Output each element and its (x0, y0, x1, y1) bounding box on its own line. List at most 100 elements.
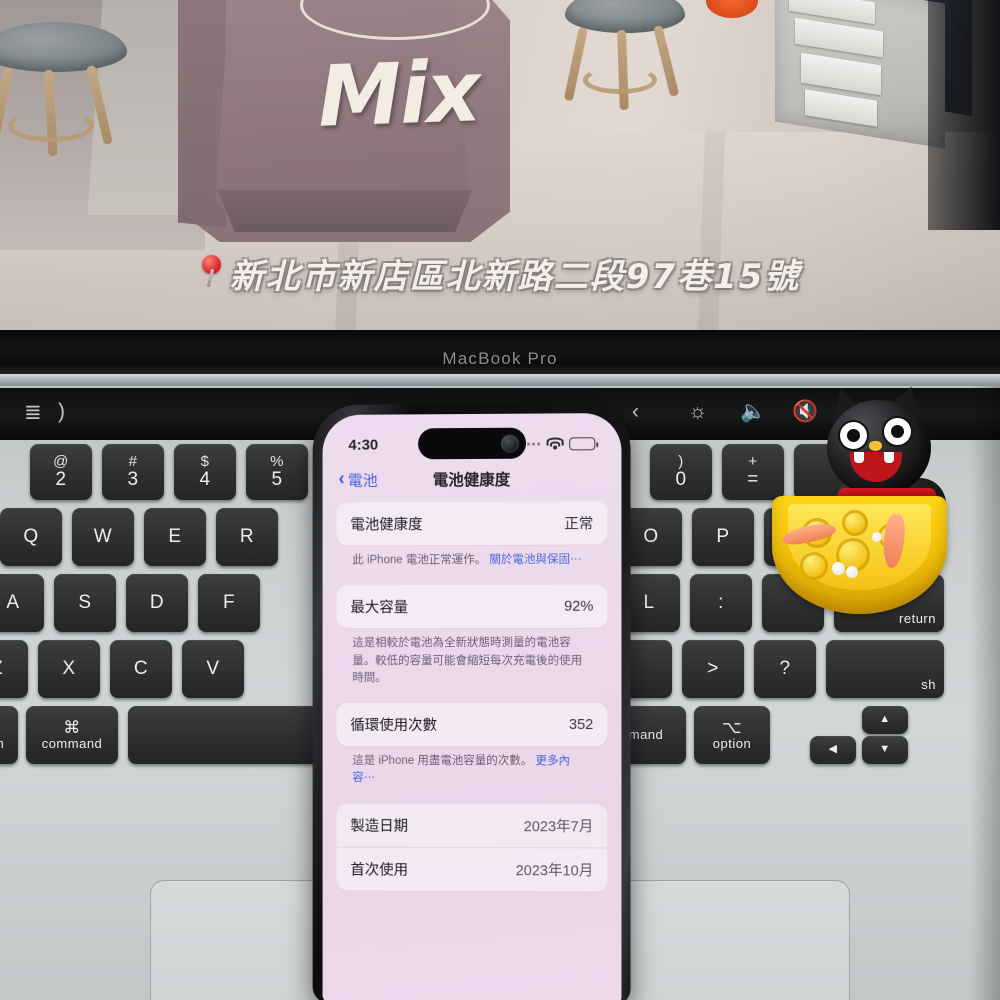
footnote-text: 這是 iPhone 用盡電池容量的次數。 (352, 754, 533, 768)
key-main-legend: D (149, 592, 165, 614)
key-main-legend: : (718, 592, 724, 614)
row-label: 電池健康度 (350, 517, 423, 534)
dynamic-island (417, 427, 526, 460)
settings-group-battery-health: 電池健康度 正常 (336, 501, 608, 546)
row-value: 正常 (564, 516, 594, 533)
volume-icon[interactable]: 🔈 (740, 400, 766, 424)
key-x[interactable]: X (38, 640, 100, 698)
key-shift-right[interactable]: sh (826, 640, 944, 698)
key-e[interactable]: E (144, 508, 206, 566)
product-box (805, 89, 877, 127)
key-period[interactable]: > (682, 640, 744, 698)
back-button[interactable]: ‹ 電池 (338, 468, 378, 490)
table-row[interactable]: 製造日期 2023年7月 (336, 803, 607, 847)
table-row[interactable]: 最大容量 92% (336, 585, 607, 629)
key-0[interactable]: ) 0 (650, 444, 712, 500)
screenshot-root: Mix 新北市新店區北新路二段97巷15號 MacBook Pro ≣) ‹ … (0, 0, 1000, 1000)
cat-eye-right (884, 418, 911, 445)
table-row[interactable]: 首次使用 2023年10月 (336, 846, 608, 892)
gold-ingot-inner (780, 504, 931, 590)
footnote-cycle-count: 這是 iPhone 用盡電池容量的次數。 更多內容⋯ (336, 746, 607, 800)
cat-nose (869, 441, 882, 451)
map-pin-icon (200, 255, 222, 288)
key-main-legend: mand (628, 727, 664, 743)
product-box (801, 52, 881, 96)
key-semicolon[interactable]: : (690, 574, 752, 632)
key-p[interactable]: P (692, 508, 754, 566)
chevron-left-icon[interactable]: ‹ (632, 400, 639, 424)
key-main-legend: command (41, 736, 103, 752)
key-q[interactable]: Q (0, 508, 62, 566)
key-main-legend: S (78, 592, 92, 614)
key-command-left[interactable]: ⌘ command (26, 706, 118, 764)
address-overlay: 新北市新店區北新路二段97巷15號 (0, 240, 1000, 306)
iphone-device: 4:30 電池健康度 ‹ 電池 電池健康度 正常 此 iPhone 電池正常運作… (312, 402, 631, 1000)
status-indicators (522, 436, 596, 450)
key-main-legend: option (712, 736, 752, 752)
key-r[interactable]: R (216, 508, 278, 566)
row-value: 2023年7月 (523, 818, 594, 835)
key-4[interactable]: $ 4 (174, 444, 236, 500)
wifi-icon (546, 436, 564, 450)
stool-seat (0, 22, 127, 73)
key-slash[interactable]: ? (754, 640, 816, 698)
key-z[interactable]: Z (0, 640, 28, 698)
stool-leg (0, 67, 13, 148)
key-main-legend: C (133, 658, 149, 680)
coral-branch (881, 513, 907, 569)
row-label: 製造日期 (350, 818, 409, 835)
key-w[interactable]: W (72, 508, 134, 566)
key-main-legend: L (643, 592, 655, 614)
key-top-legend: ) (678, 453, 684, 471)
row-label: 首次使用 (350, 862, 409, 879)
control-strip-icon[interactable]: ≣ (24, 400, 42, 425)
key-option-left[interactable]: ⌥ option (0, 706, 18, 764)
key-c[interactable]: C (110, 640, 172, 698)
key-arrow-up[interactable]: ▲ (862, 706, 908, 734)
key-main-legend: 4 (199, 468, 211, 490)
dark-corner (928, 0, 1000, 230)
key-main-legend: ◀ (828, 743, 838, 756)
iphone-screen[interactable]: 4:30 電池健康度 ‹ 電池 電池健康度 正常 此 iPhone 電池正常運作… (322, 412, 622, 1000)
key-v[interactable]: V (182, 640, 244, 698)
key-2[interactable]: @ 2 (30, 444, 92, 500)
key-3[interactable]: # 3 (102, 444, 164, 500)
key-main-legend: X (62, 658, 76, 680)
key-top-legend: % (270, 453, 284, 471)
footnote-battery-health: 此 iPhone 電池正常運作。 關於電池與保固⋯ (336, 544, 607, 581)
key-f[interactable]: F (198, 574, 260, 632)
key-main-legend: R (239, 526, 255, 548)
row-label: 最大容量 (350, 600, 409, 617)
chevron-icon[interactable]: ) (58, 400, 65, 424)
pearl (846, 566, 858, 578)
key-top-legend: # (128, 453, 138, 471)
table-row[interactable]: 電池健康度 正常 (336, 501, 607, 545)
key-option-right[interactable]: ⌥ option (694, 706, 770, 764)
settings-content: 電池健康度 正常 此 iPhone 電池正常運作。 關於電池與保固⋯ 最大容量 … (323, 497, 622, 892)
cat-tooth (884, 452, 894, 463)
key-s[interactable]: S (54, 574, 116, 632)
key-main-legend: 3 (127, 468, 139, 490)
settings-group-dates: 製造日期 2023年7月 首次使用 2023年10月 (336, 803, 608, 892)
key-main-legend: ? (779, 658, 791, 680)
key-d[interactable]: D (126, 574, 188, 632)
key-arrow-left[interactable]: ◀ (810, 736, 856, 764)
counter-base (217, 190, 473, 232)
gold-coin (842, 510, 868, 536)
key-top-legend: @ (53, 453, 69, 471)
stool-leg (653, 24, 680, 97)
right-edge-shadow (970, 386, 1000, 1000)
key-main-legend: ▼ (879, 743, 891, 756)
key-arrow-down[interactable]: ▼ (862, 736, 908, 764)
key-a[interactable]: A (0, 574, 44, 632)
key-main-legend: = (747, 468, 759, 490)
stool-foot-ring (583, 66, 657, 94)
table-row[interactable]: 循環使用次數 352 (336, 703, 607, 746)
brightness-icon[interactable]: ☼ (688, 400, 707, 424)
key-main-legend: ▲ (879, 713, 891, 726)
key-5[interactable]: % 5 (246, 444, 308, 500)
footnote-link[interactable]: 關於電池與保固⋯ (489, 554, 581, 566)
navigation-bar: 電池健康度 ‹ 電池 (323, 461, 622, 497)
back-button-label: 電池 (347, 472, 378, 490)
pearl (872, 532, 882, 542)
